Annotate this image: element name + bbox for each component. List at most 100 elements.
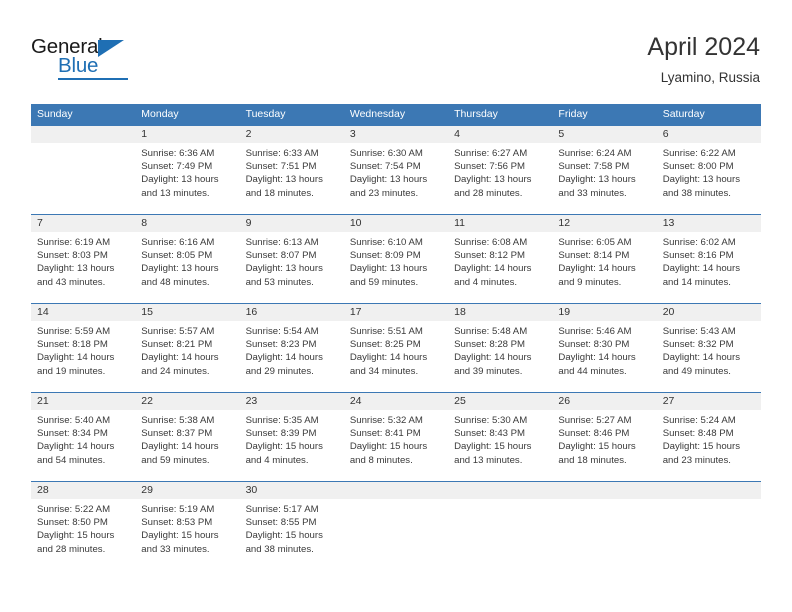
day-number-24[interactable]: 24 xyxy=(344,393,448,410)
calendar-week-row: 21 22 23 24 25 26 27 Sunrise: 5:40 AM Sunset: 8:… xyxy=(31,392,761,481)
day-cell-6[interactable]: Sunrise: 6:22 AM Sunset: 8:00 PM Daylight:… xyxy=(657,143,761,214)
day-number-23[interactable]: 23 xyxy=(240,393,344,410)
general-blue-logo[interactable]: General Blue xyxy=(31,36,161,82)
sunrise-text: Sunrise: 5:38 AM xyxy=(141,415,215,426)
daylight-text: Daylight: 15 hours xyxy=(662,441,741,453)
day-cell-7[interactable]: Sunrise: 6:19 AM Sunset: 8:03 PM Daylight:… xyxy=(31,232,135,303)
day-number-6[interactable]: 6 xyxy=(657,126,761,143)
day-number-2[interactable]: 2 xyxy=(240,126,344,143)
day-number-10[interactable]: 10 xyxy=(344,215,448,232)
day-number-14[interactable]: 14 xyxy=(31,304,135,321)
sunrise-text: Sunrise: 5:40 AM xyxy=(37,415,111,426)
day-cell-27[interactable]: Sunrise: 5:24 AM Sunset: 8:48 PM Daylight:… xyxy=(657,410,761,481)
day-number-12[interactable]: 12 xyxy=(552,215,656,232)
day-cell-20[interactable]: Sunrise: 5:43 AM Sunset: 8:32 PM Daylight:… xyxy=(657,321,761,392)
sunset-text: Sunset: 8:43 PM xyxy=(454,428,526,440)
day-cell-2[interactable]: Sunrise: 6:33 AM Sunset: 7:51 PM Daylight:… xyxy=(240,143,344,214)
day-number-17[interactable]: 17 xyxy=(344,304,448,321)
daylight-text: Daylight: 14 hours xyxy=(558,352,636,364)
day-cell-12[interactable]: Sunrise: 6:05 AM Sunset: 8:14 PM Daylight:… xyxy=(552,232,656,303)
day-number-25[interactable]: 25 xyxy=(448,393,552,410)
calendar-week-row: 7 8 9 10 11 12 13 Sunrise: 6:19 AM Sunset: 8:03 … xyxy=(31,214,761,303)
day-cell-21[interactable]: Sunrise: 5:40 AM Sunset: 8:34 PM Daylight:… xyxy=(31,410,135,481)
page-header: General Blue April 2024 Lyamino, Russia xyxy=(0,0,792,104)
day-cell-29[interactable]: Sunrise: 5:19 AM Sunset: 8:53 PM Daylight:… xyxy=(135,499,239,570)
sunrise-text: Sunrise: 6:05 AM xyxy=(558,237,632,248)
daylight-text: Daylight: 13 hours xyxy=(141,174,219,186)
day-number-3[interactable]: 3 xyxy=(344,126,448,143)
day-cell-28[interactable]: Sunrise: 5:22 AM Sunset: 8:50 PM Daylight:… xyxy=(31,499,135,570)
sunset-text: Sunset: 8:53 PM xyxy=(141,517,213,529)
daylight-text-cont: and 19 minutes. xyxy=(37,365,106,377)
sunset-text: Sunset: 8:50 PM xyxy=(37,517,108,529)
day-number-1[interactable]: 1 xyxy=(135,126,239,143)
day-cell-9[interactable]: Sunrise: 6:13 AM Sunset: 8:07 PM Daylight:… xyxy=(240,232,344,303)
sunrise-text: Sunrise: 6:13 AM xyxy=(245,237,319,248)
daylight-text-cont: and 33 minutes. xyxy=(558,187,627,199)
daylight-text-cont: and 8 minutes. xyxy=(349,454,413,466)
sunrise-text: Sunrise: 6:30 AM xyxy=(349,148,423,159)
day-number-8[interactable]: 8 xyxy=(135,215,239,232)
day-cell-15[interactable]: Sunrise: 5:57 AM Sunset: 8:21 PM Daylight:… xyxy=(135,321,239,392)
day-cell-16[interactable]: Sunrise: 5:54 AM Sunset: 8:23 PM Daylight:… xyxy=(240,321,344,392)
day-cell-26[interactable]: Sunrise: 5:27 AM Sunset: 8:46 PM Daylight:… xyxy=(552,410,656,481)
day-number-18[interactable]: 18 xyxy=(448,304,552,321)
day-number-19[interactable]: 19 xyxy=(552,304,656,321)
day-number-5[interactable]: 5 xyxy=(552,126,656,143)
logo-blue-text: Blue xyxy=(58,54,99,77)
day-number-13[interactable]: 13 xyxy=(657,215,761,232)
sunset-text: Sunset: 8:12 PM xyxy=(454,250,526,262)
day-cell-22[interactable]: Sunrise: 5:38 AM Sunset: 8:37 PM Daylight:… xyxy=(135,410,239,481)
daylight-text: Daylight: 14 hours xyxy=(141,352,219,364)
day-number-27[interactable]: 27 xyxy=(657,393,761,410)
day-number-row: 21 22 23 24 25 26 27 xyxy=(31,393,761,410)
day-number-26[interactable]: 26 xyxy=(552,393,656,410)
daylight-text-cont: and 14 minutes. xyxy=(662,276,731,288)
day-number-4[interactable]: 4 xyxy=(448,126,552,143)
daylight-text-cont: and 23 minutes. xyxy=(349,187,419,199)
day-cell-17[interactable]: Sunrise: 5:51 AM Sunset: 8:25 PM Daylight:… xyxy=(344,321,448,392)
daylight-text: Daylight: 14 hours xyxy=(37,441,115,453)
sunrise-text: Sunrise: 6:16 AM xyxy=(141,237,215,248)
sunrise-text: Sunrise: 5:22 AM xyxy=(37,504,111,515)
day-cell-30[interactable]: Sunrise: 5:17 AM Sunset: 8:55 PM Daylight:… xyxy=(240,499,344,570)
day-cell-18[interactable]: Sunrise: 5:48 AM Sunset: 8:28 PM Daylight:… xyxy=(448,321,552,392)
day-cell-19[interactable]: Sunrise: 5:46 AM Sunset: 8:30 PM Daylight:… xyxy=(552,321,656,392)
day-number-20[interactable]: 20 xyxy=(657,304,761,321)
day-cell-5[interactable]: Sunrise: 6:24 AM Sunset: 7:58 PM Daylight:… xyxy=(552,143,656,214)
day-number-7[interactable]: 7 xyxy=(31,215,135,232)
sunset-text: Sunset: 7:54 PM xyxy=(349,161,421,173)
day-cell-8[interactable]: Sunrise: 6:16 AM Sunset: 8:05 PM Daylight:… xyxy=(135,232,239,303)
day-detail-row: Sunrise: 6:36 AM Sunset: 7:49 PM Daylight:… xyxy=(31,143,761,214)
day-number-15[interactable]: 15 xyxy=(135,304,239,321)
day-number-30[interactable]: 30 xyxy=(240,482,344,499)
daylight-text: Daylight: 15 hours xyxy=(37,530,115,542)
day-number-11[interactable]: 11 xyxy=(448,215,552,232)
daylight-text: Daylight: 14 hours xyxy=(141,441,219,453)
weekday-header-wednesday: Wednesday xyxy=(349,108,406,120)
day-cell-13[interactable]: Sunrise: 6:02 AM Sunset: 8:16 PM Daylight:… xyxy=(657,232,761,303)
sunrise-text: Sunrise: 5:48 AM xyxy=(454,326,528,337)
sunrise-text: Sunrise: 6:08 AM xyxy=(454,237,528,248)
day-number-22[interactable]: 22 xyxy=(135,393,239,410)
day-number-28[interactable]: 28 xyxy=(31,482,135,499)
day-cell-23[interactable]: Sunrise: 5:35 AM Sunset: 8:39 PM Daylight:… xyxy=(240,410,344,481)
day-number-16[interactable]: 16 xyxy=(240,304,344,321)
day-number-9[interactable]: 9 xyxy=(240,215,344,232)
sunset-text: Sunset: 8:28 PM xyxy=(454,339,526,351)
daylight-text-cont: and 43 minutes. xyxy=(37,276,106,288)
day-cell-24[interactable]: Sunrise: 5:32 AM Sunset: 8:41 PM Daylight:… xyxy=(344,410,448,481)
daylight-text-cont: and 28 minutes. xyxy=(37,543,106,555)
calendar-week-row: 28 29 30 Sunrise: 5:22 AM Sunset: 8:50 PM Day… xyxy=(31,481,761,570)
day-cell-10[interactable]: Sunrise: 6:10 AM Sunset: 8:09 PM Daylight:… xyxy=(344,232,448,303)
day-number-29[interactable]: 29 xyxy=(135,482,239,499)
day-cell-11[interactable]: Sunrise: 6:08 AM Sunset: 8:12 PM Daylight:… xyxy=(448,232,552,303)
day-cell-14[interactable]: Sunrise: 5:59 AM Sunset: 8:18 PM Daylight:… xyxy=(31,321,135,392)
day-cell-4[interactable]: Sunrise: 6:27 AM Sunset: 7:56 PM Daylight:… xyxy=(448,143,552,214)
day-cell-25[interactable]: Sunrise: 5:30 AM Sunset: 8:43 PM Daylight:… xyxy=(448,410,552,481)
sunset-text: Sunset: 8:14 PM xyxy=(558,250,630,262)
sunset-text: Sunset: 8:39 PM xyxy=(245,428,317,440)
day-cell-1[interactable]: Sunrise: 6:36 AM Sunset: 7:49 PM Daylight:… xyxy=(135,143,239,214)
day-cell-3[interactable]: Sunrise: 6:30 AM Sunset: 7:54 PM Daylight:… xyxy=(344,143,448,214)
day-number-21[interactable]: 21 xyxy=(31,393,135,410)
